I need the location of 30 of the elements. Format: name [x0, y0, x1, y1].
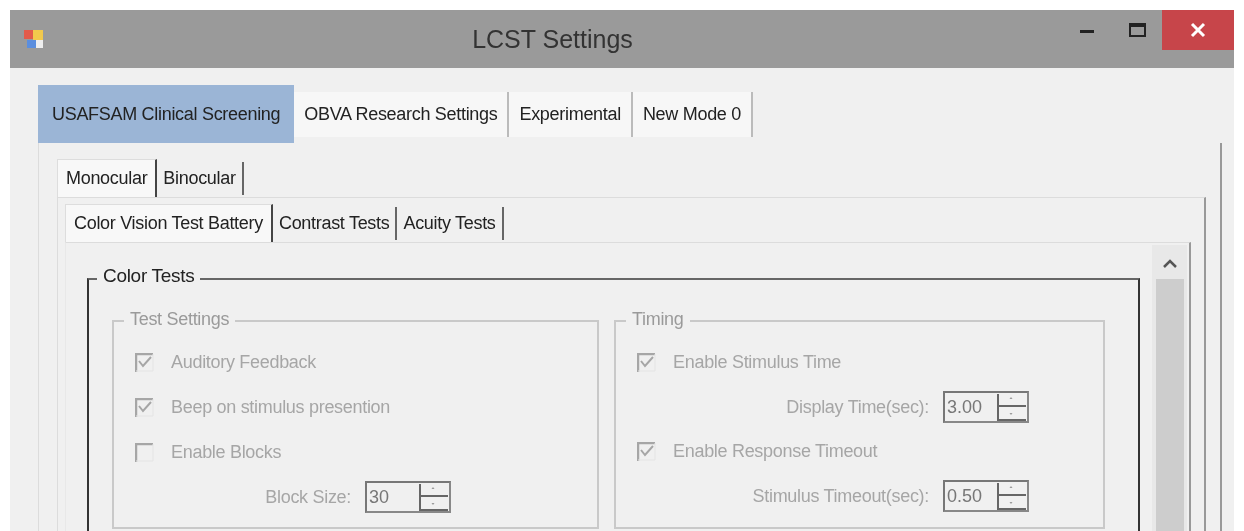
close-button[interactable]	[1162, 10, 1234, 50]
window-title: LCST Settings	[471, 24, 634, 54]
group-title: Test Settings	[124, 309, 236, 330]
checkbox-label: Enable Stimulus Time	[673, 352, 842, 373]
tab[interactable]: OBVA Research Settings	[294, 92, 510, 137]
scrollbar[interactable]	[1152, 245, 1187, 531]
tab[interactable]: Contrast Tests	[272, 207, 398, 240]
checkbox-label: Enable Blocks	[171, 442, 282, 463]
tab[interactable]: Monocular	[57, 159, 158, 197]
spinner-arrows-icon	[996, 393, 1027, 421]
tab[interactable]: Acuity Tests	[397, 207, 504, 240]
tab[interactable]: Binocular	[157, 162, 244, 195]
tab[interactable]: Color Vision Test Battery	[65, 204, 273, 242]
checkbox-label: Beep on stimulus presention	[171, 397, 391, 418]
close-icon	[1190, 22, 1206, 38]
field-label: Block Size:	[265, 486, 351, 508]
field-label: Display Time(sec):	[786, 396, 929, 418]
app-icon	[24, 30, 43, 48]
spinner-arrows-icon	[996, 482, 1027, 510]
scroll-up-icon	[1162, 259, 1177, 269]
spinner-arrows-icon	[418, 483, 449, 511]
field-label: Stimulus Timeout(sec):	[752, 485, 929, 507]
tab[interactable]: Experimental	[509, 92, 633, 137]
checkbox-label: Auditory Feedback	[171, 352, 316, 373]
tab[interactable]: USAFSAM Clinical Screening	[38, 85, 295, 143]
scrollbar-thumb[interactable]	[1155, 279, 1184, 531]
tab[interactable]: New Mode 0	[632, 92, 753, 137]
checkbox-label: Enable Response Timeout	[673, 441, 878, 462]
maximize-icon	[1128, 23, 1146, 37]
group-title: Timing	[626, 309, 690, 330]
